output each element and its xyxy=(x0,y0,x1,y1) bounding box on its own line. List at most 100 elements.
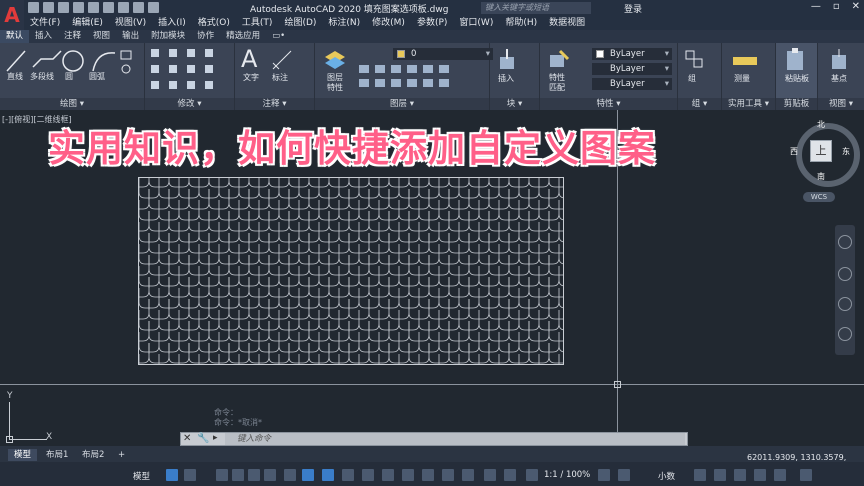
clean-screen-icon[interactable] xyxy=(774,469,786,481)
customization-menu-icon[interactable] xyxy=(800,469,812,481)
menu-dimension[interactable]: 标注(N) xyxy=(322,16,366,30)
new-file-icon[interactable] xyxy=(28,2,39,13)
menu-view[interactable]: 视图(V) xyxy=(109,16,152,30)
tab-insert[interactable]: 插入 xyxy=(29,30,58,43)
measure-tool[interactable]: 测量 xyxy=(728,73,756,84)
tab-toggle-button[interactable]: ▭• xyxy=(266,30,291,43)
compass-south[interactable]: 南 xyxy=(817,171,825,182)
layer-dropdown[interactable]: 0 xyxy=(393,48,493,60)
units-value[interactable]: 小数 xyxy=(658,470,675,482)
object-snap-tracking-icon[interactable] xyxy=(302,469,314,481)
polyline-tool[interactable]: 多段线 xyxy=(27,71,57,82)
dimension-tool[interactable]: 标注 xyxy=(267,72,293,83)
isolate-objects-icon[interactable] xyxy=(734,469,746,481)
circle-tool[interactable]: 圆 xyxy=(60,71,78,82)
3d-osnap-icon[interactable] xyxy=(402,469,414,481)
plot-icon[interactable] xyxy=(88,2,99,13)
transparency-icon[interactable] xyxy=(362,469,374,481)
panel-draw-title[interactable]: 绘图 ▾ xyxy=(0,98,144,110)
menu-modify[interactable]: 修改(M) xyxy=(366,16,411,30)
group-tool[interactable]: 组 xyxy=(682,73,702,84)
color-dropdown[interactable]: ByLayer xyxy=(592,48,672,60)
menu-draw[interactable]: 绘图(D) xyxy=(278,16,322,30)
menu-tools[interactable]: 工具(T) xyxy=(236,16,279,30)
compass-east[interactable]: 东 xyxy=(842,146,850,157)
text-tool[interactable]: 文字 xyxy=(239,72,263,83)
menu-file[interactable]: 文件(F) xyxy=(24,16,66,30)
tab-view[interactable]: 视图 xyxy=(87,30,116,43)
insert-tool[interactable]: 插入 xyxy=(492,73,520,84)
undo-icon[interactable] xyxy=(118,2,129,13)
tab-layout1[interactable]: 布局1 xyxy=(40,449,74,461)
minimize-button[interactable]: — xyxy=(811,1,821,12)
model-space-toggle[interactable]: 模型 xyxy=(133,470,150,482)
tab-annotate[interactable]: 注释 xyxy=(58,30,87,43)
panel-view-title[interactable]: 视图 ▾ xyxy=(818,98,864,110)
application-menu-button[interactable]: A xyxy=(0,0,24,30)
compass-north[interactable]: 北 xyxy=(817,119,825,130)
tab-featured-apps[interactable]: 精选应用 xyxy=(220,30,266,43)
add-layout-button[interactable]: + xyxy=(112,449,131,461)
selection-cycling-icon[interactable] xyxy=(382,469,394,481)
panel-modify-title[interactable]: 修改 ▾ xyxy=(145,98,234,110)
isodraft-icon[interactable] xyxy=(284,469,296,481)
pan-icon[interactable] xyxy=(838,267,852,281)
ortho-icon[interactable] xyxy=(248,469,260,481)
steering-wheel-icon[interactable] xyxy=(838,235,852,249)
panel-utilities-title[interactable]: 实用工具 ▾ xyxy=(722,98,775,110)
command-customize-icon[interactable]: 🔧 xyxy=(197,433,209,444)
panel-layers-title[interactable]: 图层 ▾ xyxy=(315,98,489,110)
auto-scale-icon[interactable] xyxy=(504,469,516,481)
tab-output[interactable]: 输出 xyxy=(116,30,145,43)
tab-layout2[interactable]: 布局2 xyxy=(76,449,110,461)
menu-window[interactable]: 窗口(W) xyxy=(453,16,499,30)
viewcube-top-face[interactable]: 上 xyxy=(810,140,832,162)
zoom-icon[interactable] xyxy=(838,297,852,311)
command-input[interactable]: 键入命令 xyxy=(225,433,685,445)
menu-parametric[interactable]: 参数(P) xyxy=(411,16,453,30)
paste-tool[interactable]: 粘贴板 xyxy=(778,73,816,84)
menu-format[interactable]: 格式(O) xyxy=(192,16,236,30)
menu-help[interactable]: 帮助(H) xyxy=(499,16,543,30)
lineweight-dropdown[interactable]: ByLayer xyxy=(592,78,672,90)
object-snap-icon[interactable] xyxy=(322,469,334,481)
snap-icon[interactable] xyxy=(184,469,196,481)
dynamic-ucs-icon[interactable] xyxy=(422,469,434,481)
menu-insert[interactable]: 插入(I) xyxy=(152,16,192,30)
tab-home[interactable]: 默认 xyxy=(0,30,30,43)
line-tool[interactable]: 直线 xyxy=(3,71,27,82)
annotation-scale-icon[interactable] xyxy=(526,469,538,481)
arc-tool[interactable]: 圆弧 xyxy=(84,71,110,82)
menu-edit[interactable]: 编辑(E) xyxy=(66,16,109,30)
compass-west[interactable]: 西 xyxy=(790,146,798,157)
linetype-dropdown[interactable]: ByLayer xyxy=(592,63,672,75)
wcs-menu[interactable]: WCS xyxy=(803,192,835,202)
tab-addins[interactable]: 附加模块 xyxy=(145,30,191,43)
match-properties-tool[interactable]: 特性 匹配 xyxy=(544,73,570,93)
panel-properties-title[interactable]: 特性 ▾ xyxy=(540,98,677,110)
lineweight-icon[interactable] xyxy=(342,469,354,481)
orbit-icon[interactable] xyxy=(838,327,852,341)
grid-icon[interactable] xyxy=(166,469,178,481)
login-button[interactable]: 登录 xyxy=(624,2,642,15)
infer-constraints-icon[interactable] xyxy=(216,469,228,481)
save-icon[interactable] xyxy=(58,2,69,13)
panel-annotation-title[interactable]: 注释 ▾ xyxy=(235,98,314,110)
search-input[interactable]: 键入关键字或短语 xyxy=(481,2,591,14)
workspace-gear-icon[interactable] xyxy=(598,469,610,481)
polar-icon[interactable] xyxy=(264,469,276,481)
dynamic-input-icon[interactable] xyxy=(232,469,244,481)
selection-filter-icon[interactable] xyxy=(442,469,454,481)
command-close-icon[interactable]: ✕ xyxy=(183,433,191,444)
annotation-monitor-icon[interactable] xyxy=(618,469,630,481)
cloud-icon[interactable] xyxy=(103,2,114,13)
gizmo-icon[interactable] xyxy=(462,469,474,481)
layer-properties-tool[interactable]: 图层 特性 xyxy=(321,73,349,93)
tab-collaborate[interactable]: 协作 xyxy=(191,30,220,43)
share-icon[interactable] xyxy=(148,2,159,13)
base-point-tool[interactable]: 基点 xyxy=(824,73,854,84)
redo-icon[interactable] xyxy=(133,2,144,13)
hatch-pattern-rectangle[interactable] xyxy=(138,177,564,365)
panel-clipboard-title[interactable]: 剪贴板 xyxy=(776,98,817,110)
menu-data-view[interactable]: 数据视图 xyxy=(543,16,591,30)
